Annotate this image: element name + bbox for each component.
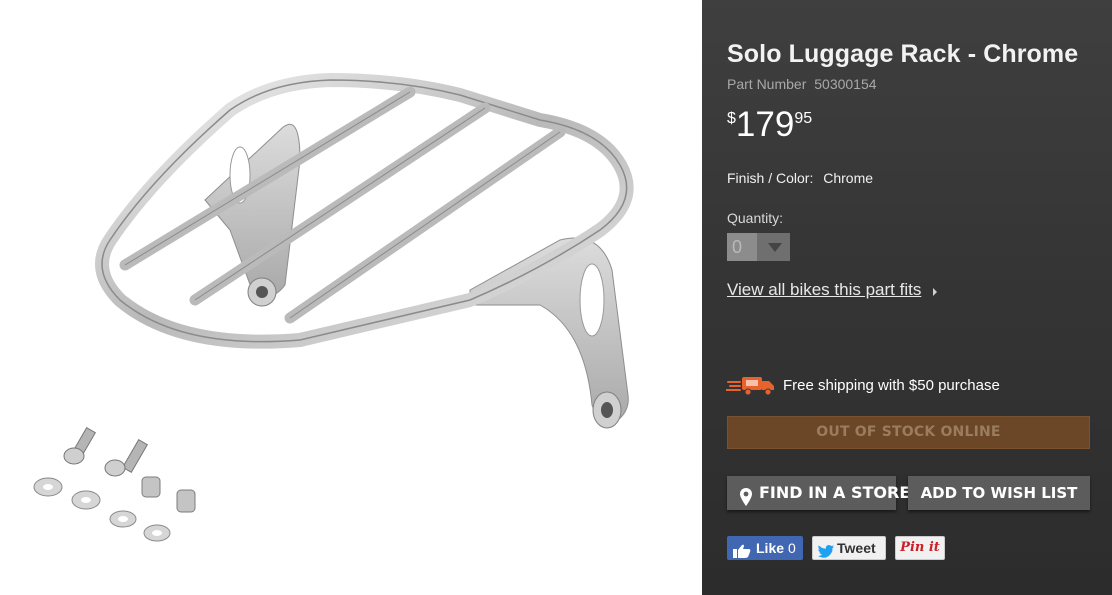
free-shipping-text: Free shipping with $50 purchase: [783, 377, 1000, 394]
part-number-value: 50300154: [814, 76, 877, 92]
tweet-label: Tweet: [837, 540, 876, 556]
finish-color: Finish / Color: Chrome: [727, 170, 873, 186]
price-dollars: 179: [735, 105, 795, 144]
like-count: 0: [788, 540, 796, 556]
chevron-down-icon: [768, 243, 782, 252]
finish-value: Chrome: [823, 170, 874, 186]
product-image[interactable]: [0, 0, 702, 595]
twitter-bird-icon: [818, 542, 834, 564]
find-in-store-button[interactable]: FIND IN A STORE: [727, 476, 910, 510]
finish-label: Finish / Color:: [727, 170, 814, 186]
product-info-panel: Solo Luggage Rack - Chrome Part Number 5…: [702, 0, 1112, 595]
product-title: Solo Luggage Rack - Chrome: [727, 40, 1079, 68]
thumbs-up-icon: [733, 541, 751, 565]
part-number: Part Number 50300154: [727, 76, 877, 92]
luggage-rack-image: [33, 73, 634, 542]
tweet-button[interactable]: Tweet: [812, 536, 886, 560]
price-currency: $: [727, 110, 736, 127]
speeding-truck-icon: [725, 373, 776, 402]
like-label: Like: [756, 540, 785, 556]
out-of-stock-button[interactable]: OUT OF STOCK ONLINE: [727, 416, 1090, 449]
caret-right-icon: [933, 288, 937, 296]
price-cents: 95: [794, 110, 813, 127]
facebook-like-button[interactable]: Like 0: [727, 536, 803, 560]
view-fitment-link[interactable]: View all bikes this part fits: [727, 280, 921, 300]
product-price: $17995: [727, 106, 812, 144]
map-pin-icon: [740, 484, 752, 518]
part-number-label: Part Number: [727, 76, 807, 92]
quantity-select[interactable]: 0: [727, 233, 790, 261]
find-in-store-label: FIND IN A STORE: [759, 483, 911, 502]
add-to-wish-list-button[interactable]: ADD TO WISH LIST: [908, 476, 1090, 510]
quantity-label: Quantity:: [727, 210, 784, 226]
pinterest-pin-button[interactable]: Pin it: [895, 536, 945, 560]
quantity-value: 0: [727, 233, 757, 261]
